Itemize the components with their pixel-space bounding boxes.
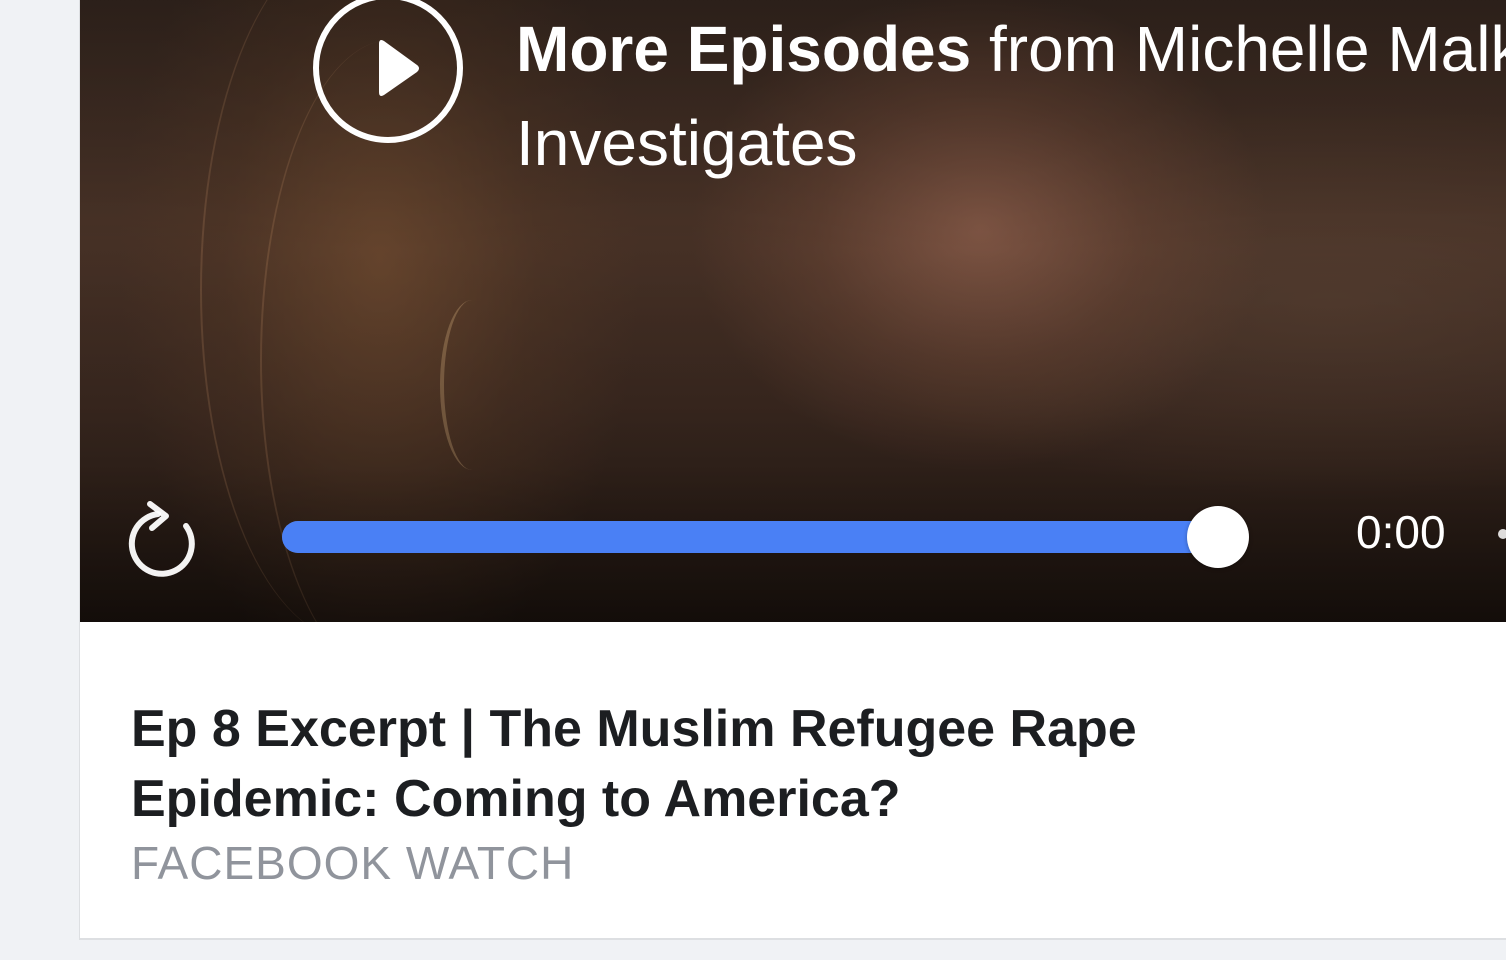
video-post-card: More Episodes from Michelle Malkin Inves… [79,0,1506,940]
progress-bar[interactable] [282,506,1249,568]
more-episodes-heading[interactable]: More Episodes from Michelle Malkin Inves… [516,2,1506,190]
video-title[interactable]: Ep 8 Excerpt | The Muslim Refugee Rape E… [131,694,1271,834]
more-controls-icon[interactable] [1498,529,1506,539]
video-player[interactable]: More Episodes from Michelle Malkin Inves… [80,0,1506,622]
replay-button[interactable] [128,498,204,578]
more-episodes-label: More Episodes [516,13,972,85]
source-label[interactable]: FACEBOOK WATCH [131,836,1451,890]
time-display: 0:00 [1356,506,1446,558]
page: More Episodes from Michelle Malkin Inves… [0,0,1506,960]
video-controls: 0:00 [80,490,1506,580]
play-icon [379,40,419,96]
progress-fill [282,521,1218,553]
post-info: Ep 8 Excerpt | The Muslim Refugee Rape E… [131,694,1451,890]
play-button[interactable] [313,0,463,143]
progress-scrubber[interactable] [1187,506,1249,568]
replay-icon [128,501,195,577]
